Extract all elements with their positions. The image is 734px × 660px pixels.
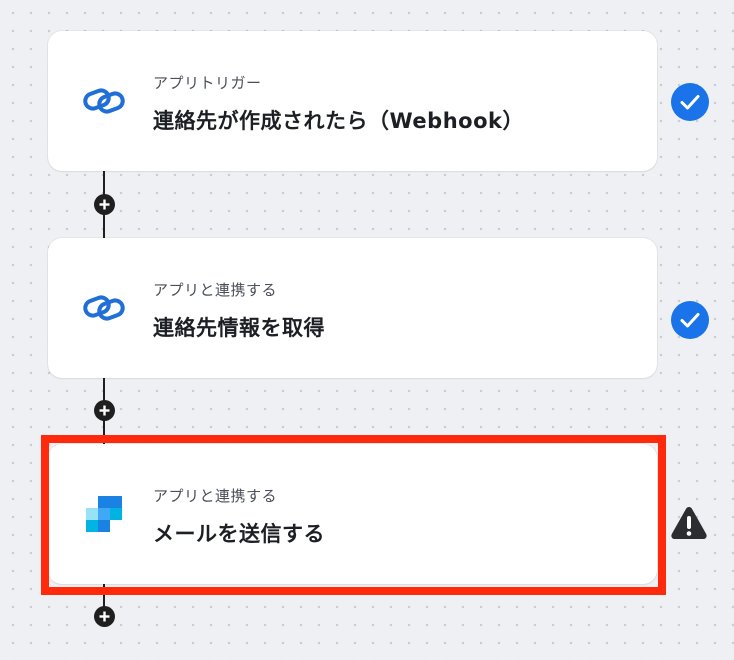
sendgrid-icon [82,492,126,536]
add-step-button[interactable] [94,194,115,215]
step-type-label: アプリと連携する [153,487,278,505]
step-title: 連絡先が作成されたら（Webhook） [153,109,524,133]
plus-icon [99,611,110,622]
flow-step-action[interactable]: アプリと連携する メールを送信する [48,444,657,584]
step-complete-check-icon [671,83,709,121]
zoho-chain-icon [82,79,126,123]
plus-icon [99,199,110,210]
flow-step-trigger[interactable]: アプリトリガー 連絡先が作成されたら（Webhook） [48,31,657,171]
step-type-label: アプリトリガー [153,74,262,92]
step-title: メールを送信する [153,522,325,546]
add-step-button[interactable] [94,400,115,421]
zoho-chain-icon [82,286,126,330]
step-type-label: アプリと連携する [153,281,278,299]
step-complete-check-icon [671,301,709,339]
add-step-button[interactable] [94,606,115,627]
flow-step-action[interactable]: アプリと連携する 連絡先情報を取得 [48,238,657,378]
step-warning-icon [670,504,708,542]
step-title: 連絡先情報を取得 [153,316,325,340]
plus-icon [99,405,110,416]
